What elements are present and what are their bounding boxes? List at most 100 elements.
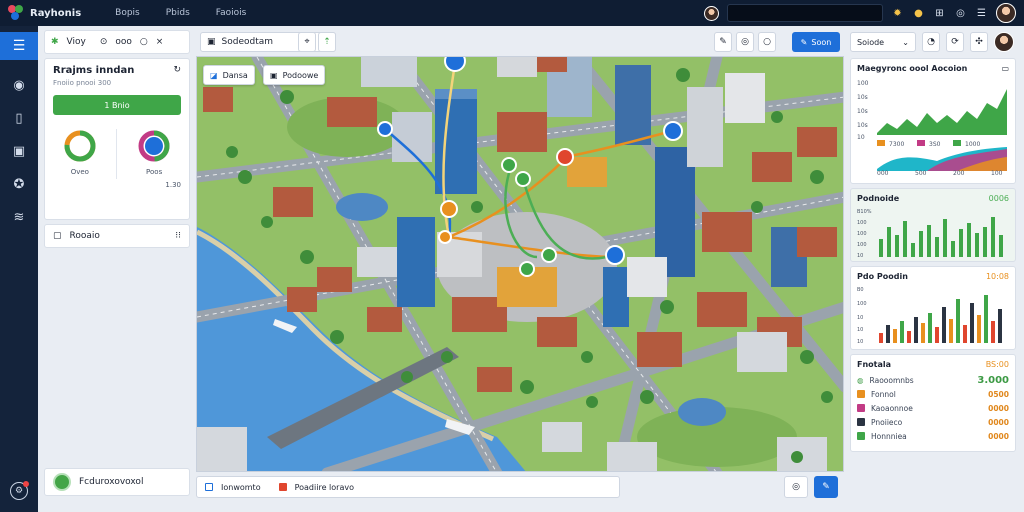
map-layer-chip-1[interactable]: ◪ Dansa	[203, 65, 255, 85]
map-toolbar: ▣ Sodeodtam ⌄ ⌖ ⇡ ✎ ◎ ○ ✎ Soon	[196, 30, 844, 54]
expand-icon[interactable]: ⁝⁝	[175, 231, 181, 241]
circle-tool-icon[interactable]: ○	[758, 32, 776, 52]
refresh-icon[interactable]: ↻	[173, 65, 181, 76]
swatch	[857, 432, 865, 440]
left-rail: ☰ ◉ ▯ ▣ ✪ ≋ ⚙	[0, 26, 38, 512]
legend-swatch	[953, 140, 961, 146]
bar-chart-green: B10% 100 100 100 10	[857, 209, 1003, 259]
bar	[928, 313, 932, 343]
view-selector[interactable]: Vioy	[67, 37, 86, 47]
pin-tool-icon[interactable]: ⌖	[298, 32, 316, 52]
y-tick: 10	[857, 134, 865, 141]
y-tick: 10	[857, 315, 863, 321]
bottom-status-card[interactable]: Fcduroxovoxol	[44, 468, 190, 496]
app-logo-icon	[8, 5, 24, 21]
global-search-input[interactable]	[727, 4, 883, 22]
legend-label: 3S0	[929, 141, 941, 148]
map-layer-chip-2[interactable]: ▣ Podoowe	[263, 65, 326, 85]
status-icon	[53, 473, 71, 491]
compass-icon[interactable]: ✪	[10, 177, 28, 192]
id-card-icon[interactable]: ▣	[10, 144, 28, 159]
area-chart: 100 10s 10s 10s 10 7300 3S0 1000 000 500…	[857, 80, 1007, 177]
bar	[970, 303, 974, 343]
budget-row-amount: 0000	[988, 431, 1009, 441]
status-item-1[interactable]: Ionwomto	[221, 483, 261, 492]
layers-icon[interactable]: ≋	[10, 210, 28, 225]
chart-panel-2: Podnoide 0006 B10% 100 100 100 10	[850, 188, 1016, 262]
sort-selector[interactable]: ooo	[115, 37, 132, 47]
nav-item[interactable]: Pbids	[166, 8, 190, 18]
globe-icon[interactable]: ◉	[10, 78, 28, 93]
user-avatar-small[interactable]	[704, 5, 719, 21]
bar	[951, 241, 955, 257]
bar-series	[879, 217, 1003, 257]
map-action-button[interactable]: ✎ Soon	[792, 32, 840, 52]
bar	[943, 219, 947, 257]
grid-icon[interactable]: ⊞	[933, 7, 946, 20]
user-avatar[interactable]	[996, 3, 1016, 23]
draw-tool-icon[interactable]: ✎	[714, 32, 732, 52]
nav-item[interactable]: Bopis	[115, 8, 140, 18]
collaborator-avatar[interactable]	[994, 32, 1014, 52]
edit-icon[interactable]: ✎	[814, 476, 838, 498]
chart-2-value: 0006	[988, 194, 1009, 203]
view-controls: ✱ Vioy ⊙ ooo ○ ×	[44, 30, 190, 54]
budget-row[interactable]: Fonnol 0500	[857, 387, 1009, 401]
menu-icon[interactable]: ☰	[975, 7, 988, 20]
legend-swatch	[877, 140, 885, 146]
right-select[interactable]: Soiode ⌄	[850, 32, 916, 52]
notification-icon[interactable]: ●	[912, 7, 925, 20]
bell-icon[interactable]: ◔	[922, 32, 940, 52]
budget-row[interactable]: Kaoaonnoe 0000	[857, 401, 1009, 415]
photo-icon: ▣	[270, 70, 278, 80]
bar	[887, 227, 891, 257]
bar	[903, 221, 907, 257]
list-row[interactable]: ▢ Rooaio ⁝⁝	[44, 224, 190, 248]
budget-row[interactable]: ◍ Raooomnbs 3.000	[857, 373, 1009, 387]
panel-menu-icon[interactable]: ▭	[1001, 64, 1009, 73]
project-title: Rrajms inndan	[53, 65, 135, 76]
route-tool-icon[interactable]: ⇡	[318, 32, 336, 52]
target-tool-icon[interactable]: ◎	[736, 32, 754, 52]
bottom-status-label: Fcduroxovoxol	[79, 477, 144, 487]
budget-row-label: Honnniea	[871, 431, 907, 441]
nav-item[interactable]: Faoiois	[216, 8, 247, 18]
close-icon[interactable]: ×	[156, 37, 164, 47]
status-item-2[interactable]: Poadiire loravo	[295, 483, 354, 492]
share-icon[interactable]: ⟳	[946, 32, 964, 52]
chevron-down-icon: ⌄	[902, 37, 909, 47]
y-tick: B10%	[857, 209, 872, 215]
hamburger-icon[interactable]: ☰	[0, 32, 38, 60]
city-map[interactable]: ◪ Dansa ▣ Podoowe	[196, 56, 844, 472]
settings-icon[interactable]: ✹	[891, 7, 904, 20]
budget-row-amount: 0500	[988, 389, 1009, 399]
chart-panel-1: Maegyronc oool Aocoion ▭ 100 10s 10s 10s…	[850, 58, 1016, 184]
top-bar: Rayhonis Bopis Pbids Faoiois ✹ ● ⊞ ◎ ☰	[0, 0, 1024, 26]
budget-row-amount: 3.000	[977, 374, 1009, 386]
list-row-label: Rooaio	[69, 231, 100, 241]
settings-gear-icon[interactable]: ⚙	[10, 481, 29, 500]
budget-row-amount: 0000	[988, 417, 1009, 427]
bar	[949, 319, 953, 343]
circle-icon[interactable]: ○	[140, 37, 148, 47]
bar	[956, 299, 960, 343]
chip-2-label: Podoowe	[282, 70, 319, 80]
city-map-canvas[interactable]	[197, 57, 844, 472]
puzzle-icon[interactable]: ✣	[970, 32, 988, 52]
donut-1-label: Oveo	[70, 168, 89, 176]
project-action-button[interactable]: 1 Bnio	[53, 95, 181, 115]
budget-row[interactable]: Pnoiieco 0000	[857, 415, 1009, 429]
budget-row[interactable]: Honnniea 0000	[857, 429, 1009, 443]
alert-badge	[23, 481, 29, 487]
budget-panel: Fnotala BS:00 ◍ Raooomnbs 3.000 Fonnol 0…	[850, 354, 1016, 452]
bar	[991, 217, 995, 257]
bar-chart-multi: B0 100 10 10 10	[857, 287, 1002, 345]
legend-label: 1000	[965, 141, 980, 148]
locate-icon[interactable]: ◎	[784, 476, 808, 498]
swatch	[857, 418, 865, 426]
bar	[963, 325, 967, 343]
document-icon[interactable]: ▯	[10, 111, 28, 126]
map-icon: ▣	[207, 37, 216, 47]
swatch	[857, 390, 865, 398]
help-icon[interactable]: ◎	[954, 7, 967, 20]
